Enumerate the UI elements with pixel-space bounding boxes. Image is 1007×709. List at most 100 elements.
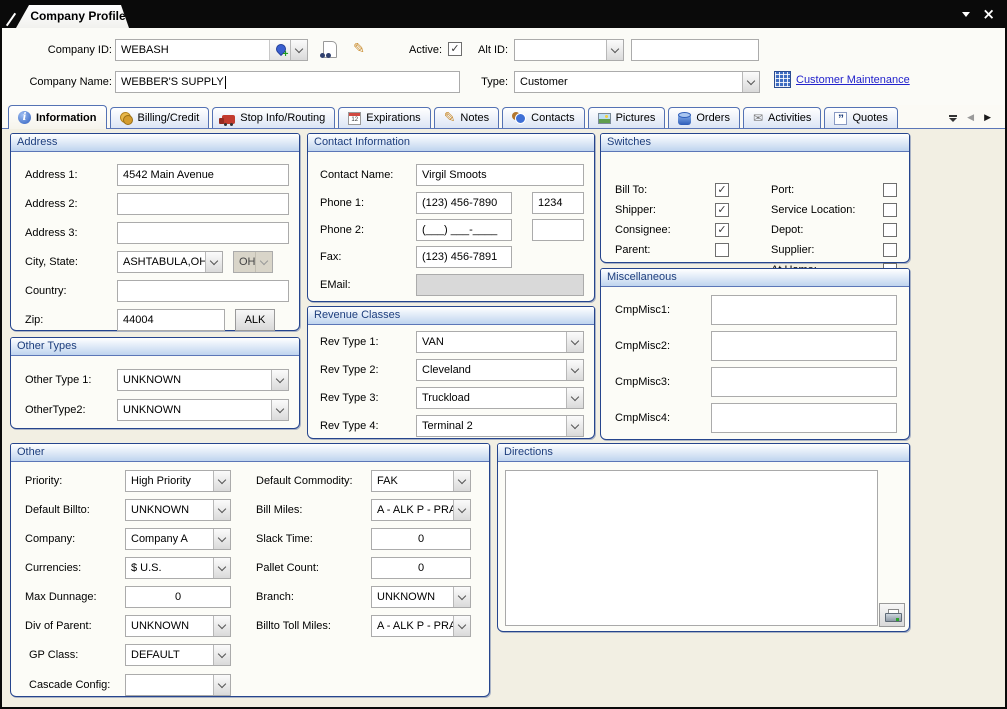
directions-textarea[interactable] [505,470,878,626]
supplier-checkbox[interactable] [883,243,897,257]
email-label: EMail: [320,279,416,291]
billto-toll-miles-dropdown-button[interactable] [453,616,470,636]
bill-miles-combo[interactable]: A - ALK P - PRA [371,499,471,521]
rev-type4-label: Rev Type 4: [320,420,416,432]
pallet-count-input[interactable]: 0 [371,557,471,579]
consignee-checkbox[interactable]: ✓ [715,223,729,237]
slack-time-input[interactable]: 0 [371,528,471,550]
window-title-tab[interactable]: Company Profile [16,5,132,28]
default-commodity-dropdown-button[interactable] [453,471,470,491]
port-checkbox[interactable] [883,183,897,197]
tab-information[interactable]: Information [8,105,107,129]
lookup-button[interactable] [314,37,342,61]
city-combo[interactable]: ASHTABULA,OH/ [117,251,223,273]
gp-class-dropdown-button[interactable] [213,645,230,665]
rev-type1-dropdown-button[interactable] [566,332,583,352]
gp-class-combo[interactable]: DEFAULT [125,644,231,666]
tab-notes[interactable]: ✎ Notes [434,107,499,128]
contact-name-input[interactable]: Virgil Smoots [416,164,584,186]
phone2-ext-input[interactable] [532,219,584,241]
cmpmisc1-input[interactable] [711,295,897,325]
company-combo[interactable]: Company A [125,528,231,550]
other-type2-dropdown-button[interactable] [271,400,288,420]
service-location-checkbox[interactable] [883,203,897,217]
other-type1-combo[interactable]: UNKNOWN [117,369,289,391]
company-name-input[interactable]: WEBBER'S SUPPLY [115,71,460,93]
type-combo[interactable]: Customer [514,71,760,93]
default-billto-dropdown-button[interactable] [213,500,230,520]
phone1-input[interactable]: (123) 456-7890 [416,192,512,214]
customer-maintenance-link[interactable]: Customer Maintenance [796,74,910,86]
company-id-combo[interactable]: WEBASH [115,39,308,61]
cmpmisc4-input[interactable] [711,403,897,433]
shipper-checkbox[interactable]: ✓ [715,203,729,217]
default-commodity-combo[interactable]: FAK [371,470,471,492]
default-billto-combo[interactable]: UNKNOWN [125,499,231,521]
priority-combo[interactable]: High Priority [125,470,231,492]
other-type2-combo[interactable]: UNKNOWN [117,399,289,421]
address1-input[interactable]: 4542 Main Avenue [117,164,289,186]
div-of-parent-dropdown-button[interactable] [213,616,230,636]
other-type1-dropdown-button[interactable] [271,370,288,390]
address2-input[interactable] [117,193,289,215]
branch-row: Branch: UNKNOWN [256,586,480,608]
active-checkbox[interactable]: ✓ [448,42,462,56]
tab-pictures[interactable]: Pictures [588,107,666,128]
currencies-combo[interactable]: $ U.S. [125,557,231,579]
parent-checkbox[interactable] [715,243,729,257]
bill-to-checkbox[interactable]: ✓ [715,183,729,197]
tab-activities[interactable]: ✉ Activities [743,107,821,128]
div-of-parent-combo[interactable]: UNKNOWN [125,615,231,637]
bill-miles-dropdown-button[interactable] [453,500,470,520]
phone2-input[interactable]: (___) ___-____ [416,219,512,241]
city-value: ASHTABULA,OH/ [118,252,205,272]
rev-type2-dropdown-button[interactable] [566,360,583,380]
map-pin-button[interactable] [269,40,290,60]
print-directions-button[interactable] [879,603,905,627]
rev-type3-dropdown-button[interactable] [566,388,583,408]
rev-type4-dropdown-button[interactable] [566,416,583,436]
alk-button[interactable]: ALK [235,309,275,331]
billto-toll-miles-combo[interactable]: A - ALK P - PRA [371,615,471,637]
company-id-dropdown-button[interactable] [290,40,307,60]
depot-checkbox[interactable] [883,223,897,237]
currencies-dropdown-button[interactable] [213,558,230,578]
tab-quotes[interactable]: ” Quotes [824,107,897,128]
company-dropdown-button[interactable] [213,529,230,549]
alt-id-combo[interactable] [514,39,624,61]
city-dropdown-button[interactable] [205,252,222,272]
address3-input[interactable] [117,222,289,244]
edit-button[interactable]: ✎ [349,39,369,59]
tab-stop-info-routing[interactable]: Stop Info/Routing [212,107,335,128]
fax-input[interactable]: (123) 456-7891 [416,246,512,268]
zip-input[interactable]: 44004 [117,309,225,331]
type-dropdown-button[interactable] [742,72,759,92]
tab-scroll-right-icon[interactable]: ▶ [984,113,991,123]
branch-dropdown-button[interactable] [453,587,470,607]
cmpmisc3-input[interactable] [711,367,897,397]
window-menu-button[interactable] [962,12,970,17]
tab-orders[interactable]: Orders [668,107,740,128]
cmpmisc2-input[interactable] [711,331,897,361]
tab-list-button[interactable] [949,115,957,122]
tab-scroll-left-icon[interactable]: ◀ [967,113,974,123]
priority-dropdown-button[interactable] [213,471,230,491]
cascade-config-dropdown-button[interactable] [213,675,230,695]
tab-list-arrow-icon [949,118,957,122]
cascade-config-combo[interactable] [125,674,231,696]
max-dunnage-input[interactable]: 0 [125,586,231,608]
rev-type3-combo[interactable]: Truckload [416,387,584,409]
country-input[interactable] [117,280,289,302]
state-value: OH [234,252,255,272]
rev-type1-combo[interactable]: VAN [416,331,584,353]
alt-id-input[interactable] [631,39,759,61]
tab-expirations[interactable]: Expirations [338,107,430,128]
rev-type4-combo[interactable]: Terminal 2 [416,415,584,437]
phone1-ext-input[interactable]: 1234 [532,192,584,214]
tab-contacts[interactable]: Contacts [502,107,584,128]
window-close-button[interactable]: × [982,8,995,21]
alt-id-dropdown-button[interactable] [606,40,623,60]
tab-billing-credit[interactable]: Billing/Credit [110,107,210,128]
branch-combo[interactable]: UNKNOWN [371,586,471,608]
rev-type2-combo[interactable]: Cleveland [416,359,584,381]
